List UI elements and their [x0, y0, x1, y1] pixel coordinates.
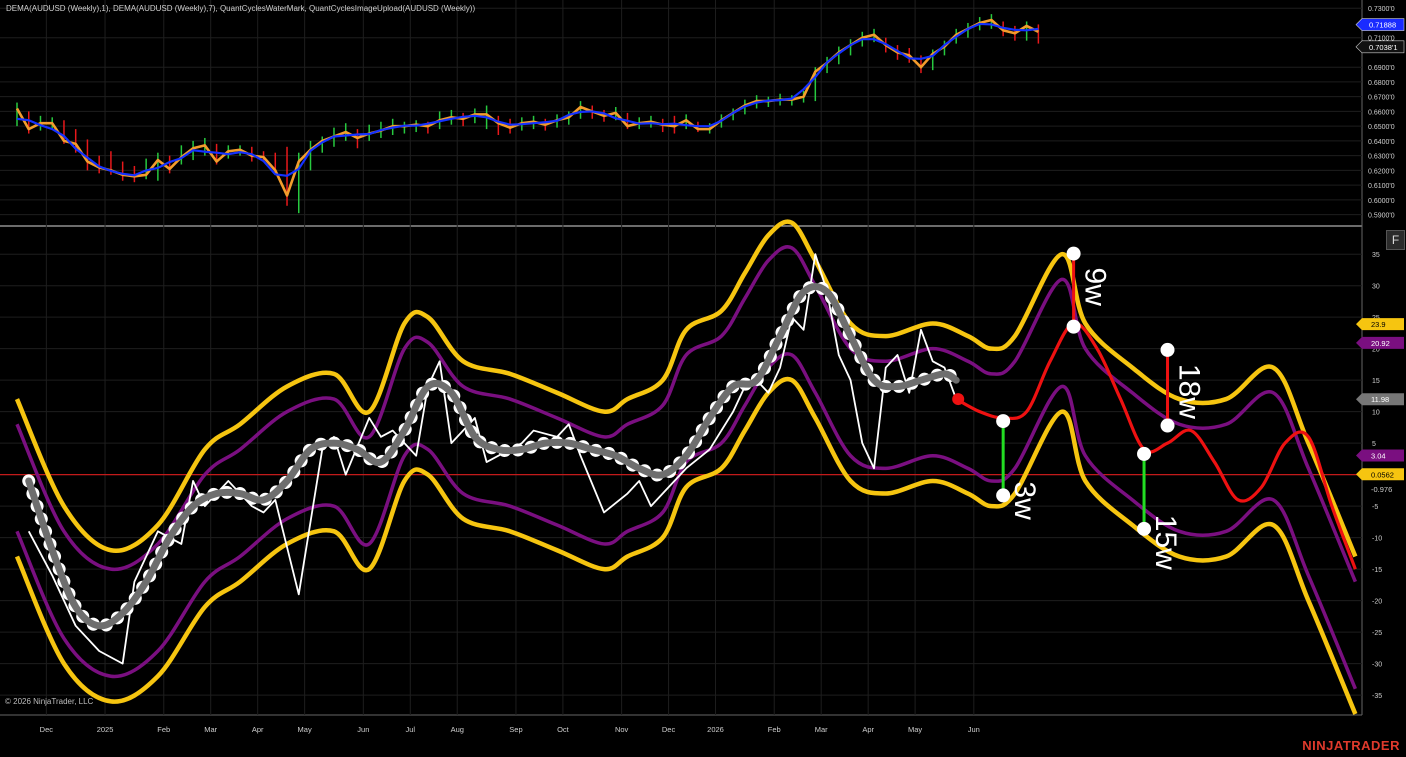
time-axis-tick: Mar: [815, 725, 828, 734]
time-axis-tick: Apr: [862, 725, 874, 734]
oscillator-badge-label: 11.98: [1371, 395, 1389, 404]
price-axis-tick: 0.7300'0: [1368, 6, 1395, 13]
time-axis-tick: 2025: [97, 725, 114, 734]
cycle-marker-label: 18w: [1173, 364, 1206, 419]
oscillator-badge-label: 0.0562: [1371, 470, 1394, 479]
oscillator-axis-tick: 30: [1372, 284, 1380, 291]
oscillator-axis-tick: -5: [1372, 504, 1378, 511]
time-axis-tick: Oct: [557, 725, 570, 734]
projection-start-dot: [952, 393, 965, 406]
oscillator-axis-tick: -25: [1372, 630, 1382, 637]
time-axis-tick: Dec: [40, 725, 54, 734]
price-axis-tick: 0.6300'0: [1368, 154, 1395, 161]
cycle-marker-dot: [996, 488, 1011, 503]
price-badge-label: 0.7038'1: [1369, 43, 1398, 52]
price-axis-tick: 0.6600'0: [1368, 109, 1395, 116]
oscillator-axis-tick: -30: [1372, 662, 1382, 669]
cycle-marker-dot: [1066, 319, 1081, 334]
copyright-text: © 2026 NinjaTrader, LLC: [5, 697, 94, 706]
price-axis-tick: 0.6900'0: [1368, 65, 1395, 72]
price-axis-tick: 0.6000'0: [1368, 198, 1395, 205]
oscillator-badge-label: 3.04: [1371, 452, 1386, 461]
cycle-marker-label: 9w: [1079, 268, 1112, 307]
price-axis-tick: 0.5900'0: [1368, 213, 1395, 220]
cycle-marker-dot: [1137, 521, 1152, 536]
panel-toggle-button[interactable]: F: [1386, 230, 1405, 250]
oscillator-axis-tick: -10: [1372, 536, 1382, 543]
cycle-marker-dot: [1066, 246, 1081, 261]
price-axis-tick: 0.6400'0: [1368, 139, 1395, 146]
chart-canvas: 0.7300'00.7100'00.6900'00.6800'00.6700'0…: [0, 0, 1406, 757]
time-axis-tick: Dec: [662, 725, 676, 734]
time-axis-tick: Aug: [451, 725, 464, 734]
price-badge-label: 0.71888: [1369, 21, 1396, 30]
cycle-marker-label: 15w: [1149, 515, 1182, 570]
indicator-legend: DEMA(AUDUSD (Weekly),1), DEMA(AUDUSD (We…: [6, 4, 476, 13]
oscillator-axis-tick: -20: [1372, 599, 1382, 606]
cycle-marker-dot: [1160, 418, 1175, 433]
time-axis-tick: Sep: [509, 725, 522, 734]
price-axis-tick: 0.6700'0: [1368, 95, 1395, 102]
time-axis-tick: Apr: [252, 725, 264, 734]
time-axis-tick: Feb: [157, 725, 170, 734]
time-axis-tick: Jul: [405, 725, 415, 734]
oscillator-axis-tick: -15: [1372, 567, 1382, 574]
price-axis-tick: 0.6200'0: [1368, 168, 1395, 175]
time-axis-tick: Mar: [204, 725, 217, 734]
time-axis-tick: Jun: [968, 725, 980, 734]
time-axis-tick: Feb: [768, 725, 781, 734]
time-axis-tick: May: [908, 725, 922, 734]
time-axis-tick: May: [298, 725, 312, 734]
cycle-marker-dot: [1137, 446, 1152, 461]
oscillator-axis-tick: 35: [1372, 252, 1380, 259]
price-axis-tick: 0.6100'0: [1368, 183, 1395, 190]
cycle-marker-label: 3w: [1008, 481, 1041, 520]
oscillator-axis-tick: 10: [1372, 410, 1380, 417]
cycle-marker-dot: [996, 414, 1011, 429]
oscillator-badge-label: 20.92: [1371, 339, 1390, 348]
oscillator-badge-label: -0.976: [1371, 485, 1392, 494]
oscillator-axis-tick: 5: [1372, 441, 1376, 448]
oscillator-axis-tick: 15: [1372, 378, 1380, 385]
cycle-marker-dot: [1160, 342, 1175, 357]
oscillator-axis-tick: -35: [1372, 693, 1382, 700]
time-axis-tick: Jun: [357, 725, 369, 734]
time-axis-tick: 2026: [707, 725, 724, 734]
ninjatrader-logo: NINJATRADER: [1302, 738, 1400, 753]
price-axis-tick: 0.6500'0: [1368, 124, 1395, 131]
time-axis-tick: Nov: [615, 725, 629, 734]
oscillator-badge-label: 23.9: [1371, 320, 1386, 329]
price-axis-tick: 0.6800'0: [1368, 80, 1395, 87]
